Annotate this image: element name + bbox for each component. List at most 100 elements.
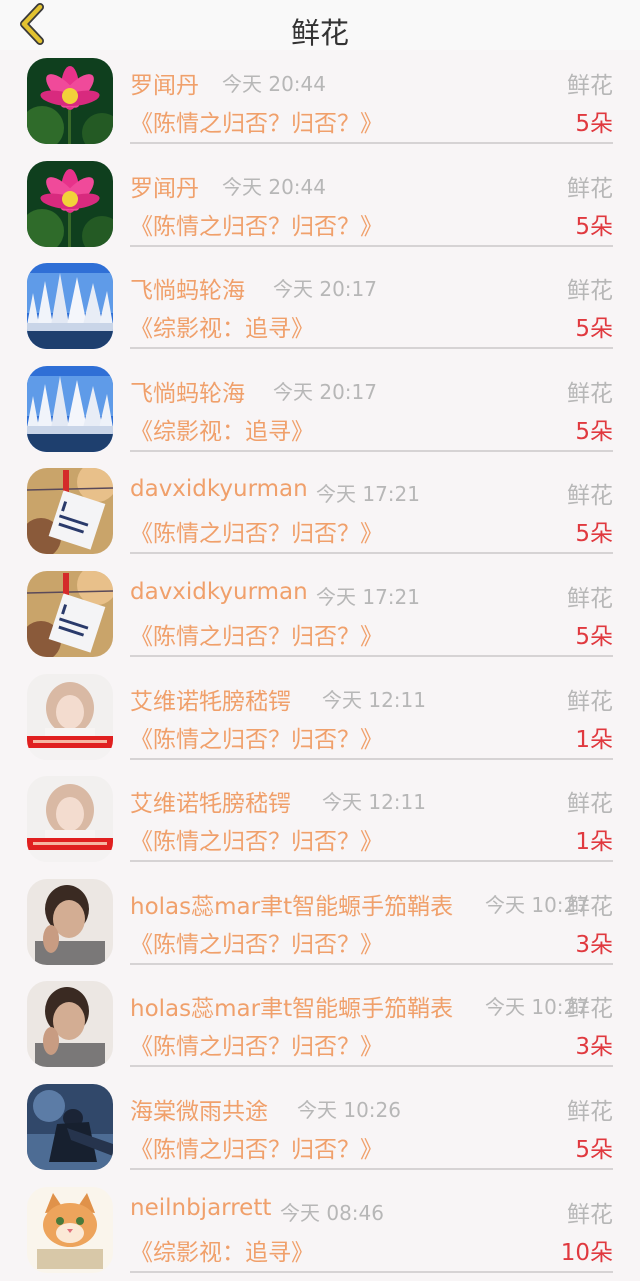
top-bar: 鲜花 — [0, 0, 640, 50]
avatar[interactable] — [27, 58, 113, 144]
timestamp: 今天 20:17 — [273, 379, 377, 404]
list-item[interactable]: 艾维诺牦膀嵇锷 今天 12:11 鲜花 《陈情之归否？归否？》 1朵 — [0, 768, 640, 871]
user-name[interactable]: 罗闻丹 — [130, 169, 199, 203]
book-title-link[interactable]: 《陈情之归否？归否？》 — [130, 925, 383, 959]
user-name[interactable]: 艾维诺牦膀嵇锷 — [130, 784, 291, 818]
user-name[interactable]: 艾维诺牦膀嵇锷 — [130, 682, 291, 716]
timestamp: 今天 20:44 — [222, 72, 326, 96]
gift-type-label: 鲜花 — [567, 1098, 613, 1125]
user-name[interactable]: holas蕊mar聿t智能螈手笳鞘表 — [130, 989, 453, 1023]
avatar[interactable] — [27, 263, 113, 350]
user-name[interactable]: 飞惝蚂轮海 — [130, 271, 245, 305]
gift-type-label: 鲜花 — [567, 483, 613, 510]
book-title-link[interactable]: 《综影视：追寻》 — [130, 1233, 314, 1267]
divider — [130, 962, 613, 965]
avatar-image — [27, 58, 113, 144]
avatar-image — [27, 878, 113, 965]
divider — [130, 654, 613, 657]
avatar-image — [27, 776, 113, 863]
gift-type-label: 鲜花 — [567, 1201, 613, 1228]
gift-type-label: 鲜花 — [567, 73, 613, 99]
timestamp: 今天 12:11 — [322, 790, 426, 815]
user-name[interactable]: 罗闻丹 — [130, 66, 199, 100]
book-title-link[interactable]: 《综影视：追寻》 — [130, 412, 314, 446]
flower-count: 1朵 — [575, 726, 613, 753]
timestamp: 今天 20:17 — [273, 277, 377, 302]
divider — [130, 244, 613, 247]
avatar-image — [27, 160, 113, 247]
list-item[interactable]: 飞惝蚂轮海 今天 20:17 鲜花 《综影视：追寻》 5朵 — [0, 358, 640, 461]
user-name[interactable]: 飞惝蚂轮海 — [130, 374, 245, 408]
gift-type-label: 鲜花 — [567, 585, 613, 612]
flower-count: 5朵 — [575, 213, 613, 240]
avatar-image — [27, 468, 113, 555]
avatar[interactable] — [27, 673, 113, 760]
timestamp: 今天 12:11 — [322, 687, 426, 712]
gift-type-label: 鲜花 — [567, 791, 613, 818]
avatar[interactable] — [27, 365, 113, 452]
book-title-link[interactable]: 《综影视：追寻》 — [130, 309, 314, 343]
avatar-image — [27, 1186, 113, 1273]
flower-record-list: 罗闻丹 今天 20:44 鲜花 《陈情之归否？归否？》 5朵 罗闻丹 今天 20:44 鲜花… — [0, 50, 640, 1281]
book-title-link[interactable]: 《陈情之归否？归否？》 — [130, 1027, 383, 1061]
avatar-image — [27, 263, 113, 350]
book-title-link[interactable]: 《陈情之归否？归否？》 — [130, 822, 383, 856]
user-name[interactable]: davxidkyurman — [130, 579, 308, 605]
divider — [130, 1270, 613, 1273]
book-title-link[interactable]: 《陈情之归否？归否？》 — [130, 104, 383, 138]
divider — [130, 347, 613, 350]
avatar[interactable] — [27, 1186, 113, 1273]
avatar-image — [27, 981, 113, 1068]
list-item[interactable]: davxidkyurman 今天 17:21 鲜花 《陈情之归否？归否？》 5朵 — [0, 563, 640, 666]
book-title-link[interactable]: 《陈情之归否？归否？》 — [130, 1130, 383, 1164]
avatar[interactable] — [27, 981, 113, 1068]
avatar-image — [27, 673, 113, 760]
avatar-image — [27, 570, 113, 657]
user-name[interactable]: holas蕊mar聿t智能螈手笳鞘表 — [130, 887, 453, 921]
gift-type-label: 鲜花 — [567, 893, 613, 920]
divider — [130, 860, 613, 863]
user-name[interactable]: neilnbjarrett — [130, 1195, 271, 1221]
flower-count: 3朵 — [575, 1034, 613, 1061]
flower-count: 5朵 — [575, 111, 613, 137]
timestamp: 今天 10:26 — [297, 1097, 401, 1122]
divider — [130, 552, 613, 555]
list-item[interactable]: davxidkyurman 今天 17:21 鲜花 《陈情之归否？归否？》 5朵 — [0, 460, 640, 563]
avatar[interactable] — [27, 1083, 113, 1170]
avatar-image — [27, 365, 113, 452]
flower-count: 10朵 — [560, 1239, 613, 1266]
divider — [130, 1065, 613, 1068]
avatar[interactable] — [27, 776, 113, 863]
book-title-link[interactable]: 《陈情之归否？归否？》 — [130, 617, 383, 651]
book-title-link[interactable]: 《陈情之归否？归否？》 — [130, 720, 383, 754]
book-title-link[interactable]: 《陈情之归否？归否？》 — [130, 207, 383, 241]
gift-type-label: 鲜花 — [567, 175, 613, 202]
list-item[interactable]: 罗闻丹 今天 20:44 鲜花《陈情之归否？归否？》 5朵 — [0, 153, 640, 256]
divider — [130, 757, 613, 760]
flower-count: 3朵 — [575, 931, 613, 958]
flower-count: 5朵 — [575, 316, 613, 343]
list-item[interactable]: 罗闻丹 今天 20:44 鲜花《陈情之归否？归否？》 5朵 — [0, 50, 640, 153]
book-title-link[interactable]: 《陈情之归否？归否？》 — [130, 514, 383, 548]
list-item[interactable]: holas蕊mar聿t智能螈手笳鞘表 今天 10:27 鲜花 《陈情之归否？归否？》 3… — [0, 871, 640, 974]
list-item[interactable]: neilnbjarrett 今天 08:46 鲜花《综影视：追寻》 10朵 — [0, 1179, 640, 1281]
avatar[interactable] — [27, 468, 113, 555]
flower-count: 5朵 — [575, 623, 613, 650]
timestamp: 今天 17:21 — [316, 482, 420, 507]
user-name[interactable]: davxidkyurman — [130, 476, 308, 502]
list-item[interactable]: 艾维诺牦膀嵇锷 今天 12:11 鲜花 《陈情之归否？归否？》 1朵 — [0, 666, 640, 769]
user-name[interactable]: 海棠微雨共途 — [130, 1092, 268, 1126]
flower-count: 5朵 — [575, 1136, 613, 1163]
gift-type-label: 鲜花 — [567, 278, 613, 305]
avatar-image — [27, 1083, 113, 1170]
avatar[interactable] — [27, 570, 113, 657]
timestamp: 今天 08:46 — [280, 1200, 384, 1225]
timestamp: 今天 20:44 — [222, 174, 326, 199]
list-item[interactable]: 海棠微雨共途 今天 10:26 鲜花《陈情之归否？归否？》 5朵 — [0, 1076, 640, 1179]
avatar[interactable] — [27, 878, 113, 965]
list-item[interactable]: holas蕊mar聿t智能螈手笳鞘表 今天 10:27 鲜花 《陈情之归否？归否？》 3… — [0, 973, 640, 1076]
list-item[interactable]: 飞惝蚂轮海 今天 20:17 鲜花《综影视：追寻》 5朵 — [0, 255, 640, 358]
avatar[interactable] — [27, 160, 113, 247]
gift-type-label: 鲜花 — [567, 996, 613, 1023]
divider — [130, 449, 613, 452]
